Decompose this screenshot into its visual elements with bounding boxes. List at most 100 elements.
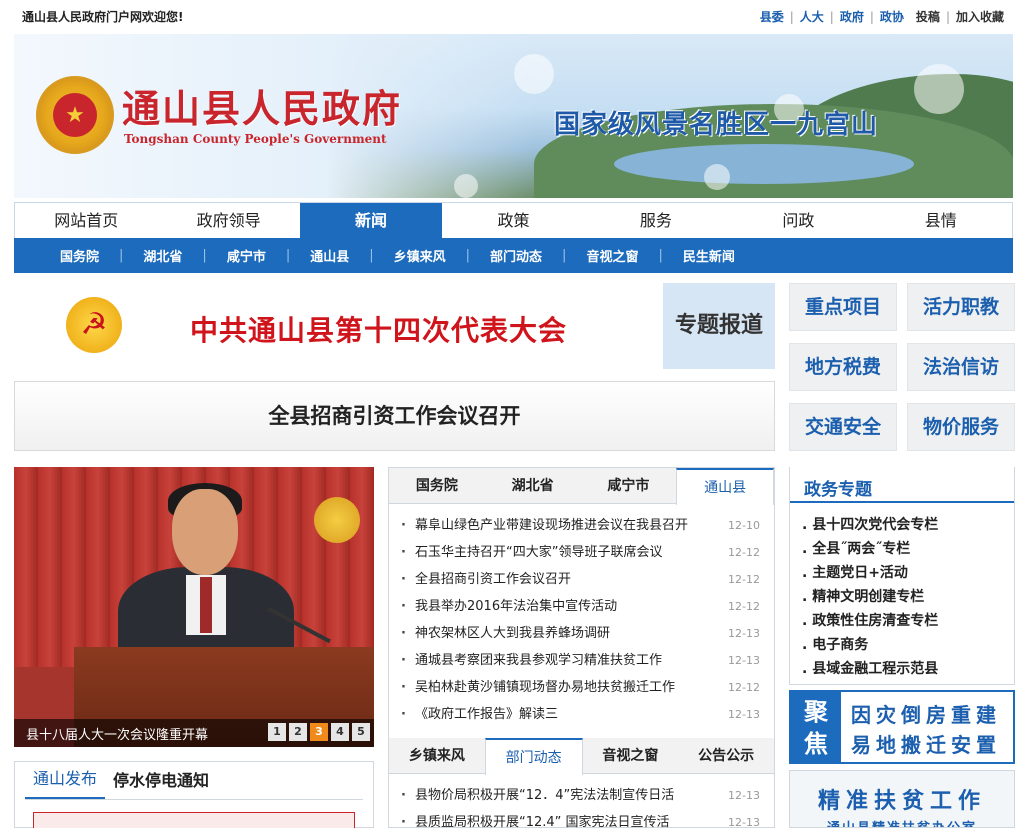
nav-inquiry[interactable]: 问政 — [727, 203, 869, 238]
slide-page-button[interactable]: 1 — [268, 723, 286, 741]
topics-title[interactable]: 政务专题 — [804, 475, 872, 500]
news-date: 12-12 — [728, 573, 760, 586]
subnav-item[interactable]: 乡镇来风 — [394, 246, 446, 265]
list-item[interactable]: 吴柏林赴黄沙铺镇现场督办易地扶贫搬迁工作 12-12 — [389, 674, 774, 701]
list-item[interactable]: 主题党日+活动 — [802, 561, 938, 585]
poverty-alleviation-banner[interactable]: 精准扶贫工作 通山县精准扶贫办公室 — [789, 770, 1015, 828]
tab-state-council[interactable]: 国务院 — [389, 468, 485, 503]
bookmark-link[interactable]: 加入收藏 — [956, 8, 1004, 25]
news-title[interactable]: 《政府工作报告》解读三 — [415, 707, 558, 722]
nav-news[interactable]: 新闻 — [299, 203, 443, 238]
link-zhengxie[interactable]: 政协 — [880, 8, 904, 25]
list-item[interactable]: 县质监局积极开展“12.4” 国家宪法日宣传活 12-13 — [389, 809, 774, 828]
list-item[interactable]: 石玉华主持召开“四大家”领导班子联席会议 12-12 — [389, 539, 774, 566]
list-item[interactable]: 全县招商引资工作会议召开 12-12 — [389, 566, 774, 593]
news-title[interactable]: 吴柏林赴黄沙铺镇现场督办易地扶贫搬迁工作 — [415, 680, 675, 695]
quick-link-key-projects[interactable]: 重点项目 — [789, 283, 897, 331]
subnav-item[interactable]: 音视之窗 — [586, 246, 638, 265]
quick-link-legal-petition[interactable]: 法治信访 — [907, 343, 1015, 391]
list-item[interactable]: 政策性住房清查专栏 — [802, 609, 938, 633]
nav-county-info[interactable]: 县情 — [870, 203, 1012, 238]
divider: | — [789, 9, 794, 24]
quick-link-vocational[interactable]: 活力职教 — [907, 283, 1015, 331]
nav-leaders[interactable]: 政府领导 — [157, 203, 299, 238]
slide-page-button[interactable]: 5 — [352, 723, 370, 741]
tab-tongshan[interactable]: 通山县 — [676, 468, 774, 505]
government-topics-panel: 政务专题 县十四次党代会专栏 全县˝两会˝专栏 主题党日+活动 精神文明创建专栏… — [789, 467, 1015, 685]
slide-page-button[interactable]: 3 — [310, 723, 328, 741]
focus-text: 因灾倒房重建 易地搬迁安置 — [851, 700, 1001, 760]
nav-policy[interactable]: 政策 — [442, 203, 584, 238]
news-title[interactable]: 县质监局积极开展“12.4” 国家宪法日宣传活 — [415, 815, 670, 828]
subnav-item[interactable]: 湖北省 — [143, 246, 182, 265]
list-item[interactable]: 我县举办2016年法治集中宣传活动 12-12 — [389, 593, 774, 620]
divider: | — [369, 248, 374, 263]
quick-link-local-tax[interactable]: 地方税费 — [789, 343, 897, 391]
news-title[interactable]: 石玉华主持召开“四大家”领导班子联席会议 — [415, 545, 662, 560]
subnav-item[interactable]: 咸宁市 — [227, 246, 266, 265]
news-title[interactable]: 神农架林区人大到我县养蜂场调研 — [415, 626, 610, 641]
list-item[interactable]: 县域金融工程示范县 — [802, 657, 938, 681]
news-photo-slideshow[interactable]: 县十八届人大一次会议隆重开幕 1 2 3 4 5 — [14, 467, 374, 747]
banner-lake — [614, 144, 914, 184]
news-title[interactable]: 我县举办2016年法治集中宣传活动 — [415, 599, 617, 614]
list-item[interactable]: 通城县考察团来我县参观学习精准扶贫工作 12-13 — [389, 647, 774, 674]
list-item[interactable]: 电子商务 — [802, 633, 938, 657]
list-item[interactable]: 全县˝两会˝专栏 — [802, 537, 938, 561]
link-xianwei[interactable]: 县委 — [760, 8, 784, 25]
special-report-button[interactable]: 专题报道 — [663, 283, 775, 369]
slide-page-button[interactable]: 2 — [289, 723, 307, 741]
subnav-item[interactable]: 通山县 — [310, 246, 349, 265]
quick-link-price-service[interactable]: 物价服务 — [907, 403, 1015, 451]
banner-bubble — [514, 54, 554, 94]
list-item[interactable]: 精神文明创建专栏 — [802, 585, 938, 609]
list-item[interactable]: 县十四次党代会专栏 — [802, 513, 938, 537]
news-title[interactable]: 县物价局积极开展“12．4”宪法法制宣传日活 — [415, 788, 674, 803]
tab-announcements[interactable]: 公告公示 — [678, 738, 774, 773]
headline-banner[interactable]: 全县招商引资工作会议召开 — [14, 381, 775, 451]
quick-link-traffic-safety[interactable]: 交通安全 — [789, 403, 897, 451]
submit-link[interactable]: 投稿 — [916, 8, 940, 25]
news-date: 12-13 — [728, 627, 760, 640]
party-congress-banner[interactable]: ☭ 中共通山县第十四次代表大会 — [14, 283, 662, 371]
news-date: 12-13 — [728, 816, 760, 828]
news-title[interactable]: 幕阜山绿色产业带建设现场推进会议在我县召开 — [415, 518, 688, 533]
poverty-title: 精准扶贫工作 — [817, 789, 986, 814]
top-links: 县委 | 人大 | 政府 | 政协 投稿 | 加入收藏 — [760, 8, 1004, 25]
divider: | — [658, 248, 663, 263]
tab-xianning[interactable]: 咸宁市 — [581, 468, 677, 503]
nav-home[interactable]: 网站首页 — [15, 203, 157, 238]
news-title[interactable]: 全县招商引资工作会议召开 — [415, 572, 571, 587]
list-item[interactable]: 神农架林区人大到我县养蜂场调研 12-13 — [389, 620, 774, 647]
focus-char: 焦 — [804, 730, 828, 758]
subnav-item[interactable]: 民生新闻 — [683, 246, 735, 265]
tab-hubei[interactable]: 湖北省 — [485, 468, 581, 503]
slide-page-button[interactable]: 4 — [331, 723, 349, 741]
release-image[interactable] — [33, 812, 355, 828]
tab-township[interactable]: 乡镇来风 — [389, 738, 485, 773]
link-renda[interactable]: 人大 — [800, 8, 824, 25]
list-item[interactable]: 县物价局积极开展“12．4”宪法法制宣传日活 12-13 — [389, 782, 774, 809]
focus-banner[interactable]: 聚 焦 因灾倒房重建 易地搬迁安置 — [789, 690, 1015, 764]
photo-caption[interactable]: 县十八届人大一次会议隆重开幕 — [26, 724, 208, 743]
nav-service[interactable]: 服务 — [585, 203, 727, 238]
focus-line: 因灾倒房重建 — [851, 703, 1001, 727]
list-item[interactable]: 幕阜山绿色产业带建设现场推进会议在我县召开 12-10 — [389, 512, 774, 539]
news-title[interactable]: 通城县考察团来我县参观学习精准扶贫工作 — [415, 653, 662, 668]
slide-pager: 1 2 3 4 5 — [265, 723, 370, 741]
tab-outage-notice[interactable]: 停水停电通知 — [105, 767, 217, 799]
news-date: 12-13 — [728, 708, 760, 721]
subnav-item[interactable]: 国务院 — [60, 246, 99, 265]
tab-audio-video[interactable]: 音视之窗 — [583, 738, 679, 773]
focus-line: 易地搬迁安置 — [851, 733, 1001, 757]
national-emblem-icon: ★ — [36, 76, 114, 154]
list-item[interactable]: 《政府工作报告》解读三 12-13 — [389, 701, 774, 728]
subnav-item[interactable]: 部门动态 — [490, 246, 542, 265]
divider: | — [869, 9, 874, 24]
tab-tongshan-release[interactable]: 通山发布 — [25, 765, 106, 799]
news2-tabs: 乡镇来风 部门动态 音视之窗 公告公示 — [389, 738, 774, 775]
news2-list: 县物价局积极开展“12．4”宪法法制宣传日活 12-13 县质监局积极开展“12.… — [389, 782, 774, 828]
link-zhengfu[interactable]: 政府 — [840, 8, 864, 25]
tab-department[interactable]: 部门动态 — [484, 738, 583, 775]
announcement-panel: 通山发布 停水停电通知 — [14, 761, 374, 828]
